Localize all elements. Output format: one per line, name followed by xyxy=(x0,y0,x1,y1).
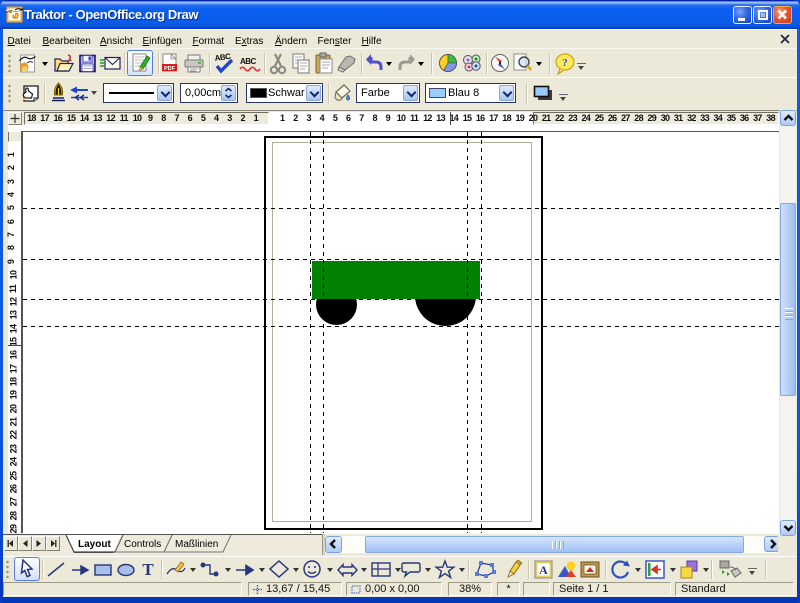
svg-text:T: T xyxy=(142,560,154,579)
svg-text:?: ? xyxy=(562,57,568,69)
svg-text:PDF: PDF xyxy=(164,66,176,72)
svg-text:A: A xyxy=(539,563,548,577)
svg-text:ABC: ABC xyxy=(240,57,257,66)
